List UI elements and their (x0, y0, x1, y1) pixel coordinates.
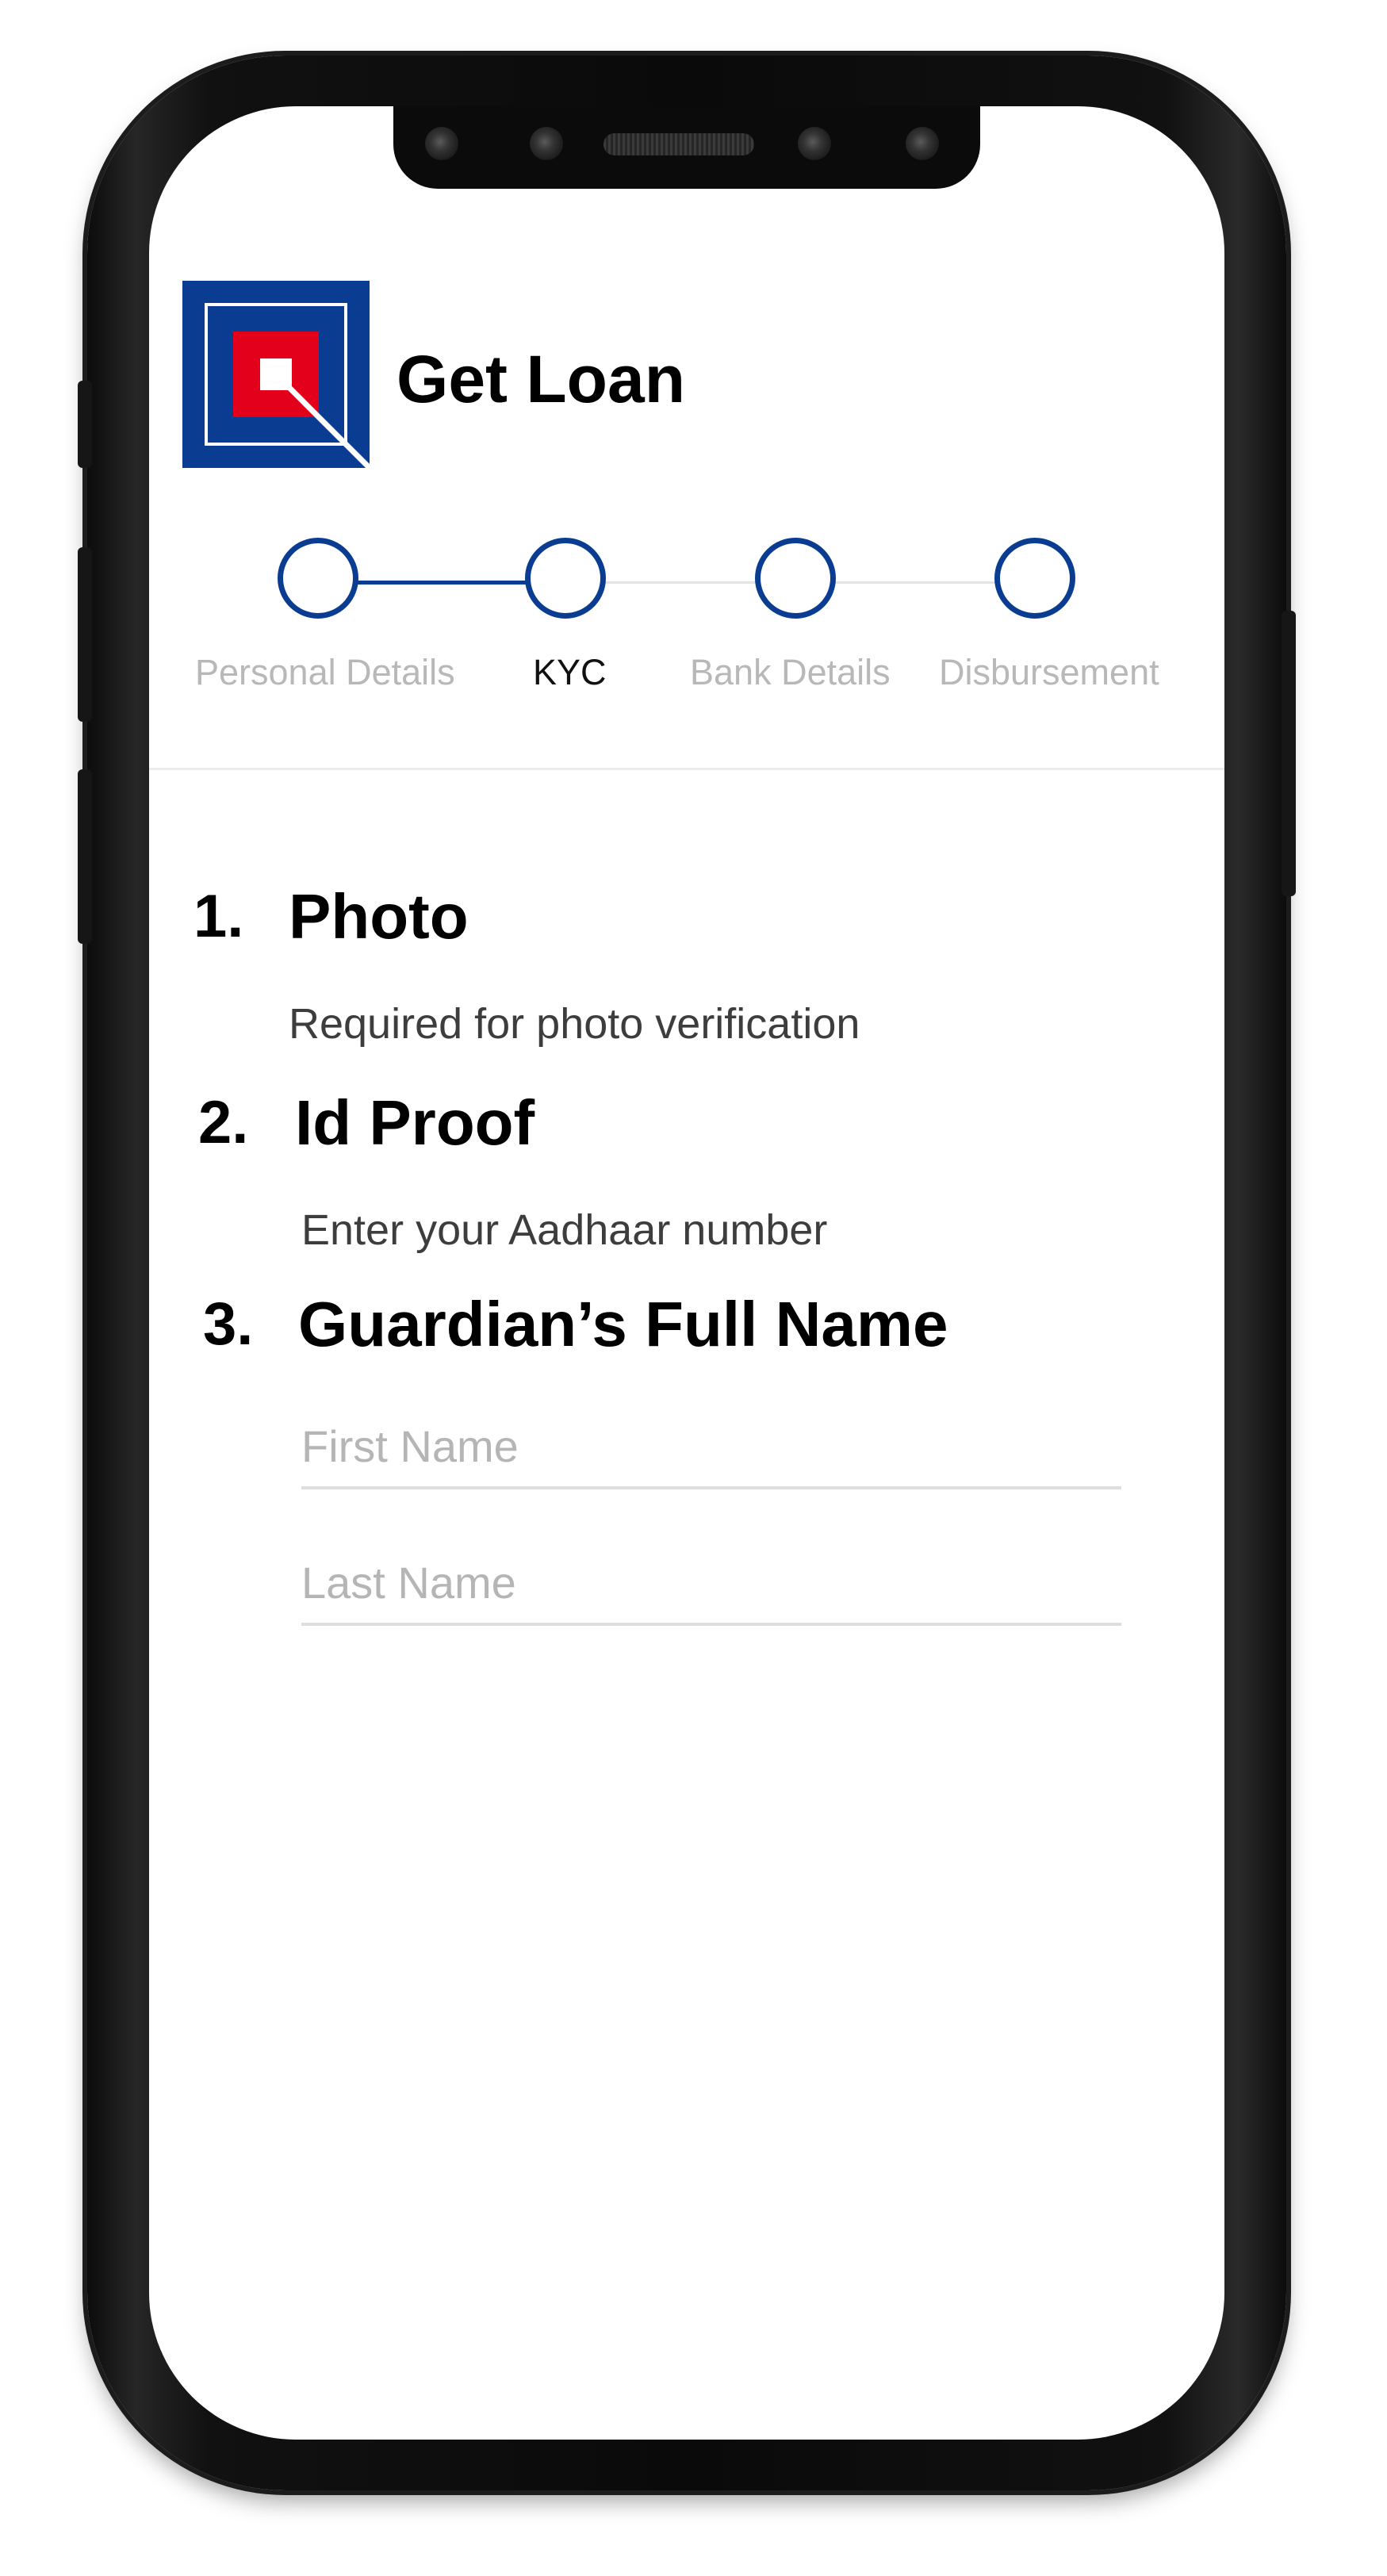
id-proof-hint: Enter your Aadhaar number (301, 1206, 828, 1254)
sensor-icon (425, 127, 458, 160)
step-label-bank-details: Bank Details (690, 652, 891, 692)
step-node-personal-details[interactable] (278, 538, 358, 619)
mute-switch (78, 381, 92, 468)
sensor-icon (906, 127, 939, 160)
last-name-field (301, 1528, 1121, 1626)
app-title: Get Loan (397, 342, 686, 416)
power-button (1282, 611, 1296, 896)
step-node-bank-details[interactable] (755, 538, 836, 619)
speaker-grille (603, 133, 754, 155)
step-node-disbursement[interactable] (994, 538, 1075, 619)
last-name-input[interactable] (301, 1557, 1121, 1608)
section-number: 1. (193, 883, 244, 950)
step-label-personal-details: Personal Details (195, 652, 455, 692)
sensor-icon (530, 127, 563, 160)
volume-down-button (78, 769, 92, 944)
section-title-photo[interactable]: Photo (289, 880, 469, 953)
step-label-kyc: KYC (533, 652, 607, 692)
section-title-id-proof[interactable]: Id Proof (295, 1087, 534, 1160)
first-name-input[interactable] (301, 1420, 1121, 1472)
bank-logo (182, 281, 370, 468)
section-number: 2. (198, 1089, 249, 1156)
step-node-kyc[interactable] (525, 538, 606, 619)
step-label-disbursement: Disbursement (939, 652, 1159, 692)
progress-stepper: Personal Details KYC Bank Details Disbur… (149, 527, 1224, 692)
first-name-field (301, 1391, 1121, 1489)
section-title-guardian-name: Guardian’s Full Name (298, 1289, 948, 1359)
photo-hint: Required for photo verification (289, 1000, 860, 1048)
volume-up-button (78, 547, 92, 722)
phone-screen: Get Loan Personal Details KYC Bank Detai… (149, 106, 1224, 2440)
header-divider (149, 768, 1224, 770)
phone-frame: Get Loan Personal Details KYC Bank Detai… (78, 56, 1296, 2490)
notch (393, 106, 980, 189)
camera-icon (798, 127, 831, 160)
section-number: 3. (203, 1290, 254, 1358)
